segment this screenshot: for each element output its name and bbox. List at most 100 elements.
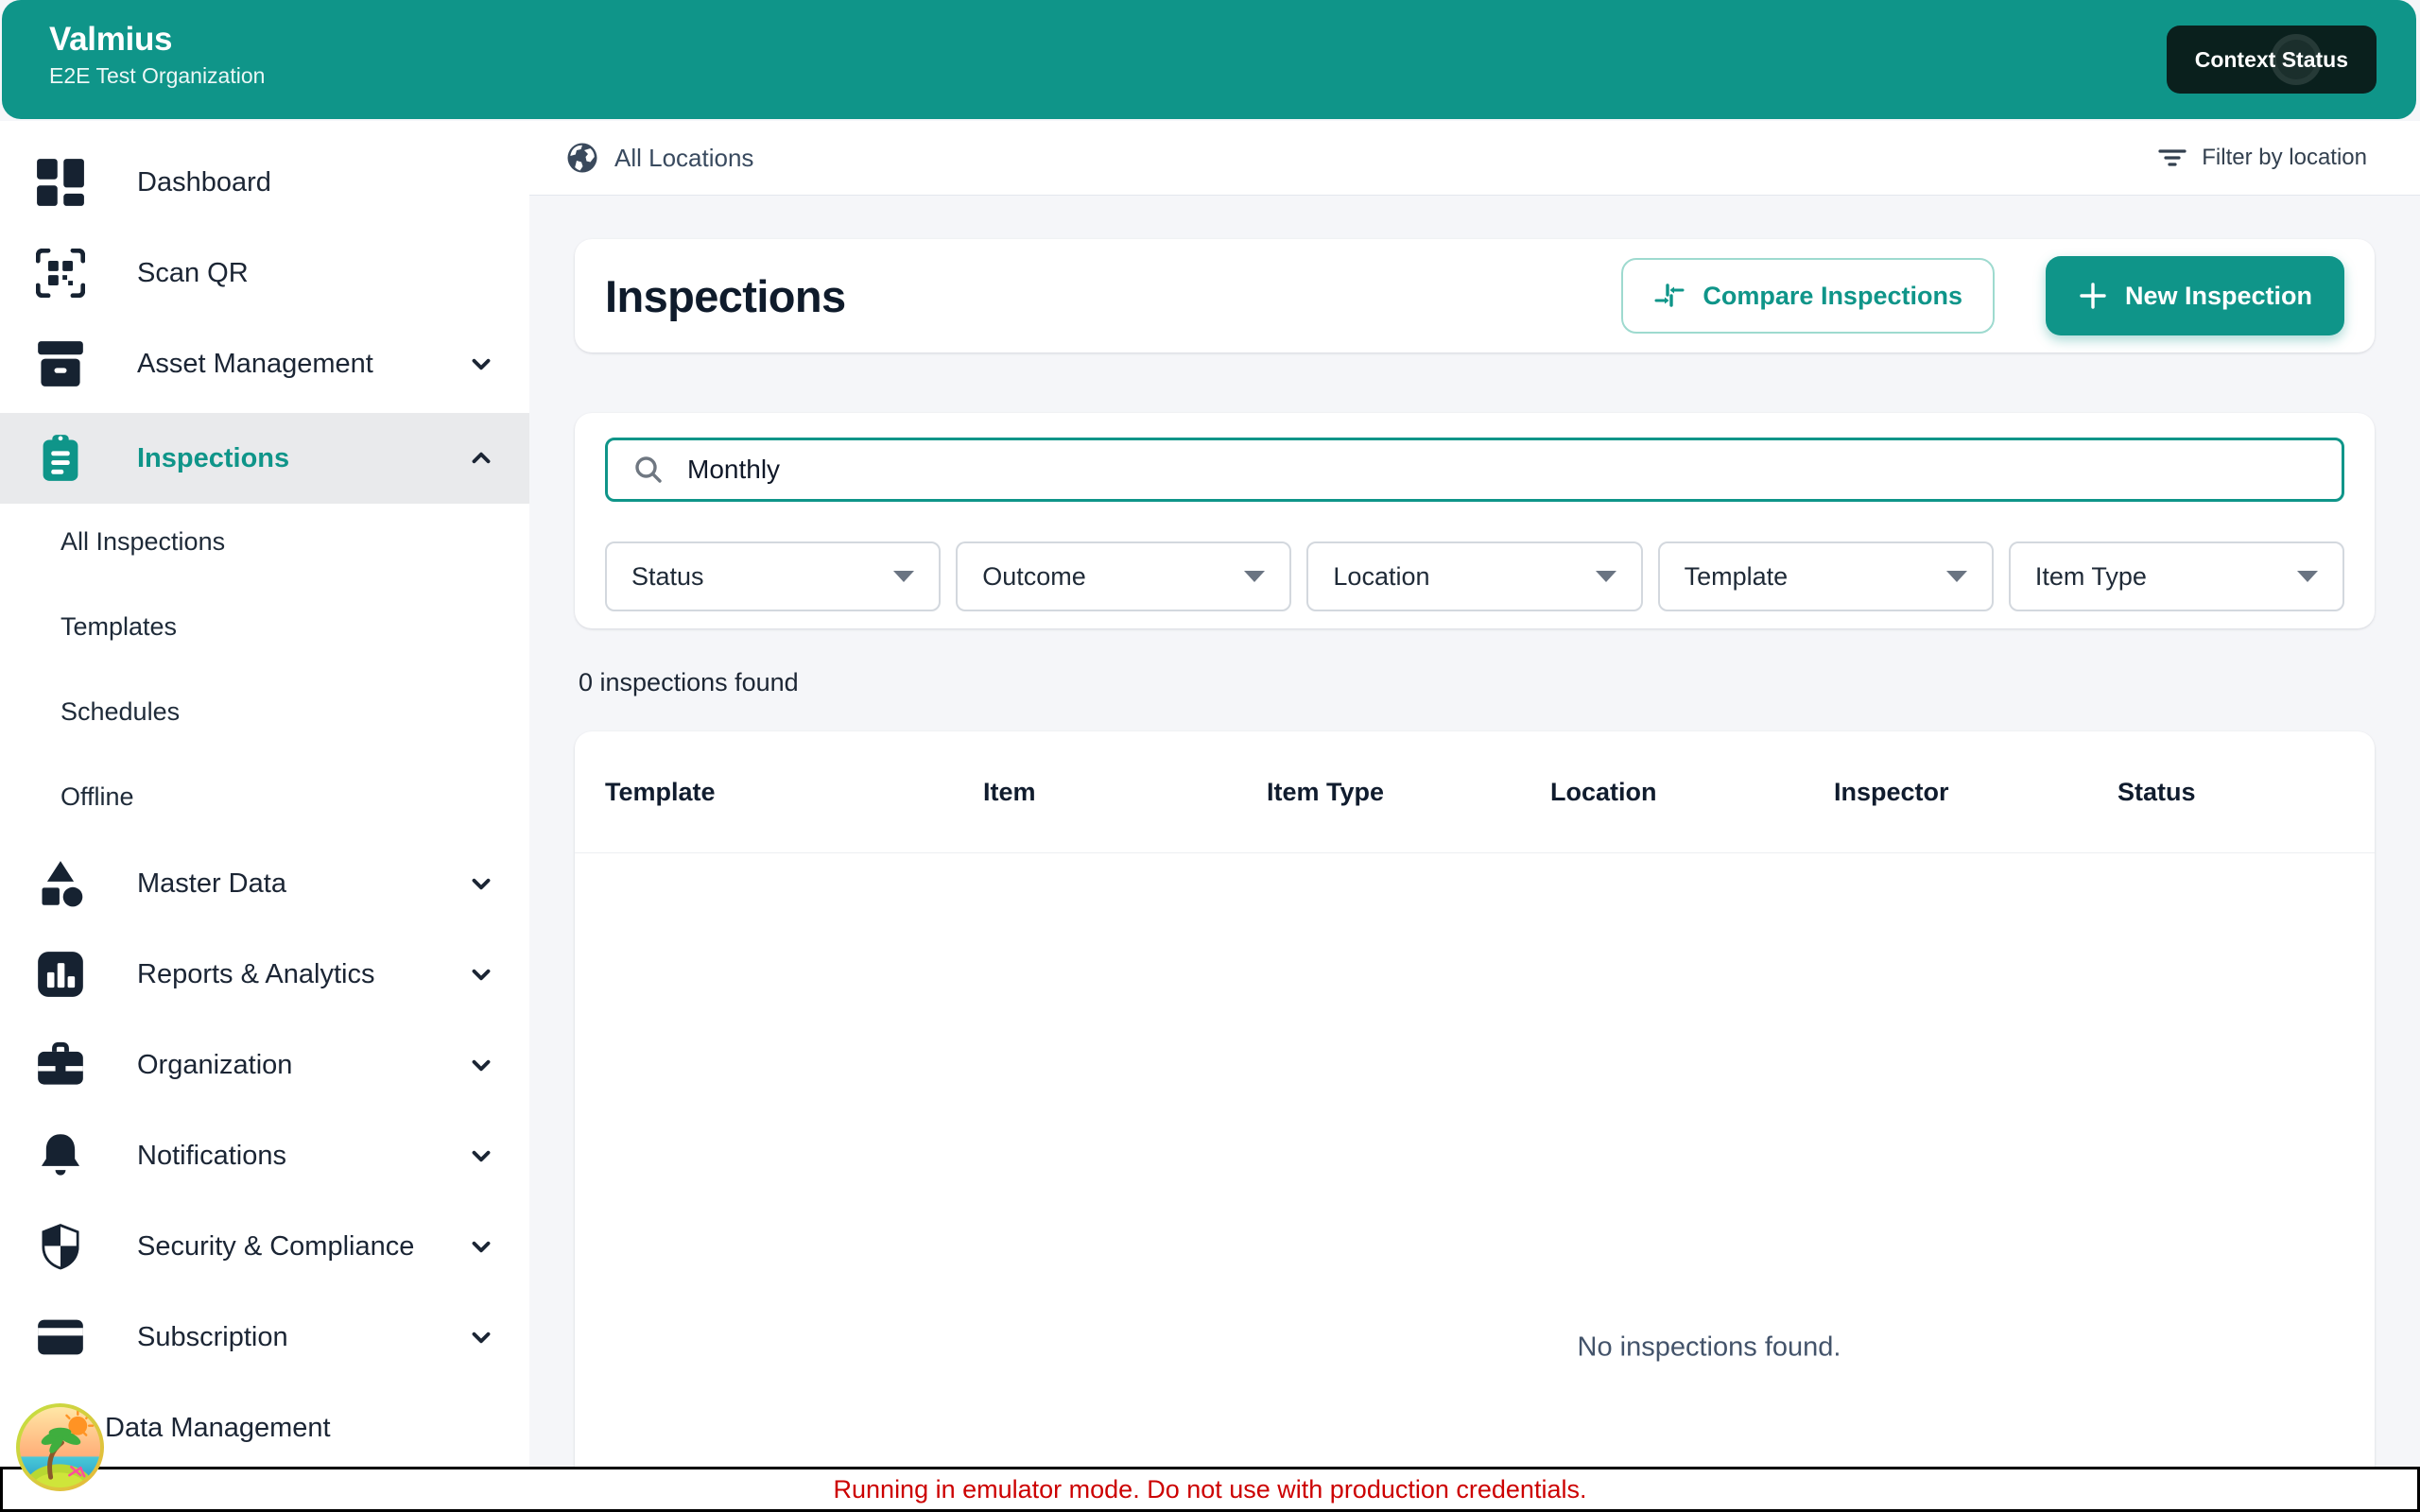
outcome-filter-dropdown[interactable]: Outcome xyxy=(956,541,1291,611)
filter-by-location-button[interactable]: Filter by location xyxy=(2157,143,2367,173)
sidebar-item-data-management[interactable]: Data Management xyxy=(0,1383,529,1473)
bell-icon xyxy=(34,1131,87,1180)
column-header-template: Template xyxy=(605,778,983,807)
chevron-up-icon xyxy=(467,444,495,472)
chevron-down-icon xyxy=(467,1142,495,1170)
column-header-location: Location xyxy=(1550,778,1834,807)
app-window: Valmius E2E Test Organization Context St… xyxy=(0,0,2420,1512)
inspections-table-card: Template Item Item Type Location Inspect… xyxy=(575,731,2375,1467)
sidebar-item-label: Inspections xyxy=(137,443,289,474)
sidebar-subitem-label: Offline xyxy=(60,782,134,812)
sidebar-item-subscription[interactable]: Subscription xyxy=(0,1292,529,1383)
column-header-item-type: Item Type xyxy=(1267,778,1550,807)
sidebar-item-inspections[interactable]: Inspections xyxy=(0,413,529,504)
status-filter-dropdown[interactable]: Status xyxy=(605,541,941,611)
sidebar-item-label: Asset Management xyxy=(137,349,373,380)
compare-inspections-label: Compare Inspections xyxy=(1703,282,1962,311)
empty-state-message: No inspections found. xyxy=(1578,1332,1841,1364)
title-actions: Compare Inspections New Inspection xyxy=(1621,256,2344,335)
credit-card-icon xyxy=(34,1313,87,1362)
archive-box-icon xyxy=(34,339,87,388)
search-filter-card: Status Outcome Location Template Item Ty… xyxy=(575,413,2375,628)
filter-by-location-label: Filter by location xyxy=(2202,145,2367,171)
results-count: 0 inspections found xyxy=(579,668,2371,697)
chevron-down-icon xyxy=(467,869,495,898)
app-title: Valmius xyxy=(49,21,265,59)
table-header-row: Template Item Item Type Location Inspect… xyxy=(575,731,2375,853)
clipboard-icon xyxy=(34,434,87,483)
item-type-filter-label: Item Type xyxy=(2035,562,2147,592)
outcome-filter-label: Outcome xyxy=(982,562,1086,592)
column-header-item: Item xyxy=(983,778,1267,807)
emulator-warning-banner: Running in emulator mode. Do not use wit… xyxy=(0,1467,2420,1512)
sidebar-item-label: Reports & Analytics xyxy=(137,959,374,990)
search-box xyxy=(605,438,2344,502)
caret-down-icon xyxy=(2297,571,2318,582)
caret-down-icon xyxy=(1244,571,1265,582)
status-filter-label: Status xyxy=(631,562,704,592)
page-title: Inspections xyxy=(605,270,846,322)
caret-down-icon xyxy=(1946,571,1967,582)
sidebar-item-label: Scan QR xyxy=(137,258,249,289)
filter-lines-icon xyxy=(2157,143,2187,173)
app-header: Valmius E2E Test Organization Context St… xyxy=(2,0,2416,119)
sidebar-item-label: Security & Compliance xyxy=(137,1231,414,1263)
chevron-down-icon xyxy=(467,1051,495,1079)
chevron-down-icon xyxy=(467,1232,495,1261)
sidebar-item-offline[interactable]: Offline xyxy=(0,754,529,839)
sidebar-item-templates[interactable]: Templates xyxy=(0,584,529,669)
template-filter-label: Template xyxy=(1685,562,1789,592)
main-content: Inspections Compare Inspections xyxy=(529,196,2420,1467)
shapes-icon xyxy=(34,859,87,908)
location-filter-dropdown[interactable]: Location xyxy=(1306,541,1642,611)
sidebar-item-scan-qr[interactable]: Scan QR xyxy=(0,228,529,318)
compare-inspections-button[interactable]: Compare Inspections xyxy=(1621,258,1995,334)
desert-island-icon xyxy=(15,1402,105,1492)
sidebar-item-label: Data Management xyxy=(105,1413,331,1444)
item-type-filter-dropdown[interactable]: Item Type xyxy=(2009,541,2344,611)
sidebar: Dashboard Scan QR xyxy=(0,121,529,1467)
column-header-status: Status xyxy=(2118,778,2344,807)
sidebar-item-all-inspections[interactable]: All Inspections xyxy=(0,499,529,584)
dashboard-icon xyxy=(34,158,87,207)
sidebar-item-organization[interactable]: Organization xyxy=(0,1020,529,1110)
sidebar-item-reports-analytics[interactable]: Reports & Analytics xyxy=(0,929,529,1020)
emulator-warning-text: Running in emulator mode. Do not use wit… xyxy=(834,1475,1587,1504)
caret-down-icon xyxy=(893,571,914,582)
all-locations-label: All Locations xyxy=(614,144,753,173)
sidebar-subitem-label: All Inspections xyxy=(60,527,225,557)
sidebar-subitem-label: Schedules xyxy=(60,697,180,727)
sidebar-item-schedules[interactable]: Schedules xyxy=(0,669,529,754)
sidebar-item-security-compliance[interactable]: Security & Compliance xyxy=(0,1201,529,1292)
brand: Valmius E2E Test Organization xyxy=(49,21,265,89)
context-status-button[interactable]: Context Status xyxy=(2167,26,2377,94)
shield-icon xyxy=(34,1222,87,1271)
column-header-inspector: Inspector xyxy=(1834,778,2118,807)
all-locations-selector[interactable]: All Locations xyxy=(565,141,753,175)
sidebar-item-asset-management[interactable]: Asset Management xyxy=(0,318,529,409)
template-filter-dropdown[interactable]: Template xyxy=(1658,541,1994,611)
page-header-card: Inspections Compare Inspections xyxy=(575,239,2375,352)
new-inspection-label: New Inspection xyxy=(2125,282,2312,311)
sidebar-item-notifications[interactable]: Notifications xyxy=(0,1110,529,1201)
briefcase-icon xyxy=(34,1040,87,1090)
plus-icon xyxy=(2078,281,2108,311)
sidebar-item-label: Subscription xyxy=(137,1322,288,1353)
qr-code-icon xyxy=(34,249,87,298)
chevron-down-icon xyxy=(467,960,495,988)
sidebar-item-label: Master Data xyxy=(137,868,286,900)
filters-row: Status Outcome Location Template Item Ty… xyxy=(605,541,2344,611)
bar-chart-icon xyxy=(34,950,87,999)
org-subtitle: E2E Test Organization xyxy=(49,63,265,89)
sidebar-item-dashboard[interactable]: Dashboard xyxy=(0,137,529,228)
globe-icon xyxy=(565,141,599,175)
search-icon xyxy=(632,454,665,486)
sidebar-item-master-data[interactable]: Master Data xyxy=(0,838,529,929)
chevron-down-icon xyxy=(467,1323,495,1351)
new-inspection-button[interactable]: New Inspection xyxy=(2046,256,2344,335)
avatar-ghost-icon xyxy=(2271,34,2322,85)
sidebar-item-label: Notifications xyxy=(137,1141,286,1172)
search-input[interactable] xyxy=(685,454,2317,486)
sidebar-item-label: Organization xyxy=(137,1050,292,1081)
sidebar-item-label: Dashboard xyxy=(137,167,271,198)
